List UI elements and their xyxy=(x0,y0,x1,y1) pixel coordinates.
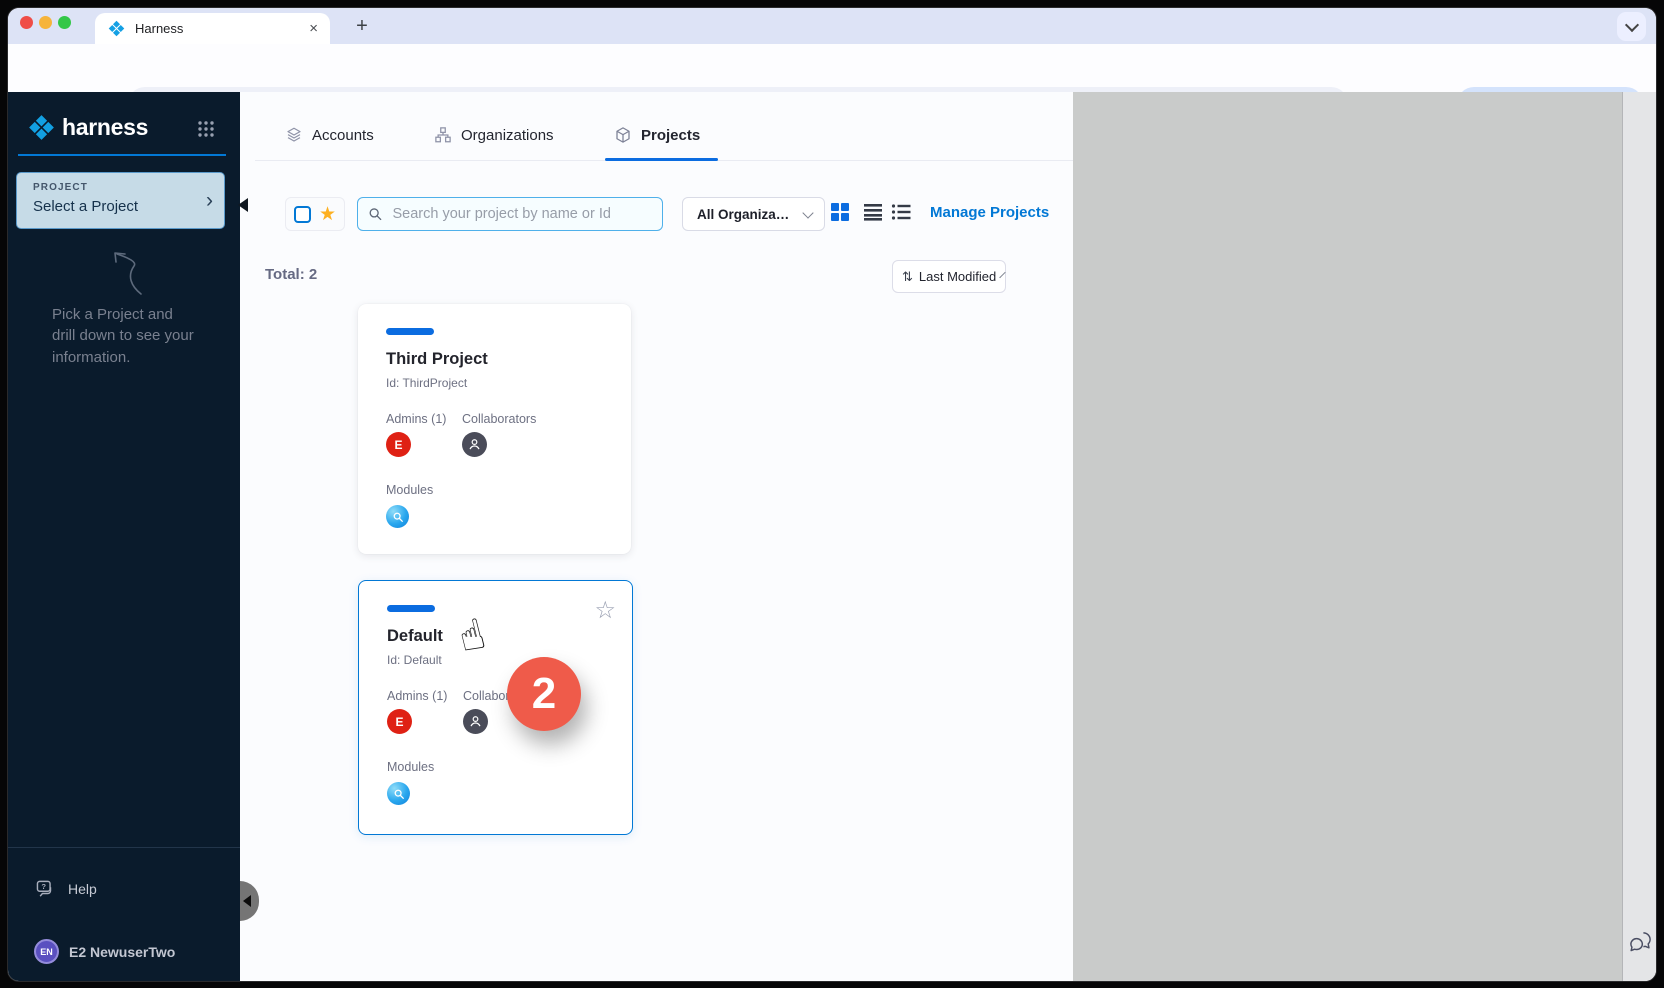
project-title: Third Project xyxy=(386,350,488,369)
person-icon xyxy=(469,715,482,728)
sidebar-helper-text: Pick a Project and drill down to see you… xyxy=(52,304,217,368)
user-avatar: EN xyxy=(34,939,59,964)
favorites-filter: ★ xyxy=(285,197,345,231)
collapse-arrow-icon xyxy=(243,895,251,907)
empty-gray-area xyxy=(1073,92,1622,981)
sort-value: Last Modified xyxy=(919,269,996,284)
grid-view-button[interactable] xyxy=(830,202,850,222)
manage-projects-link[interactable]: Manage Projects xyxy=(930,204,1049,221)
org-chart-icon xyxy=(434,126,452,144)
person-icon xyxy=(468,438,481,451)
project-search xyxy=(357,197,663,231)
project-selector-label: PROJECT xyxy=(33,182,88,193)
browser-tab-strip: Harness × + xyxy=(8,8,1656,44)
user-name: E2 NewuserTwo xyxy=(69,944,175,960)
sort-dropdown[interactable]: ⇅ Last Modified xyxy=(892,260,1006,293)
modules-label: Modules xyxy=(386,483,433,497)
chevron-down-icon xyxy=(1624,17,1638,31)
favorite-star-icon[interactable]: ☆ xyxy=(594,599,616,623)
project-color-bar xyxy=(387,605,435,612)
harness-favicon xyxy=(108,20,125,37)
admins-label: Admins (1) xyxy=(386,412,446,426)
tab-close-icon[interactable]: × xyxy=(309,20,318,37)
total-count: Total: 2 xyxy=(265,266,317,283)
sidebar: harness PROJECT Select a Project › xyxy=(8,92,240,981)
project-id: Id: ThirdProject xyxy=(386,376,467,390)
collaborators-label: Collaborators xyxy=(462,412,536,426)
project-selector[interactable]: PROJECT Select a Project › xyxy=(16,172,225,229)
pointer-cursor-icon: ☝ xyxy=(453,609,490,663)
browser-window: Harness × + ← → ↻ app.harness.io/ng/acco… xyxy=(8,8,1656,981)
tab-title: Harness xyxy=(135,21,183,36)
search-icon xyxy=(368,206,383,222)
scope-tabs: Accounts Organizations xyxy=(255,122,1073,161)
screenshot-stage: Harness × + ← → ↻ app.harness.io/ng/acco… xyxy=(0,0,1664,988)
new-tab-button[interactable]: + xyxy=(348,13,376,41)
tab-organizations[interactable]: Organizations xyxy=(434,126,554,144)
admins-label: Admins (1) xyxy=(387,689,447,703)
doodle-arrow xyxy=(103,248,149,298)
brand-wordmark: harness xyxy=(62,114,148,141)
tab-accounts[interactable]: Accounts xyxy=(285,126,374,144)
module-icon[interactable] xyxy=(386,505,409,528)
harness-logo-icon xyxy=(28,114,55,141)
help-label: Help xyxy=(68,881,97,897)
compact-list-view-button[interactable] xyxy=(891,202,911,222)
tab-projects[interactable]: Projects xyxy=(614,126,700,144)
collaborator-invite-avatar[interactable] xyxy=(462,432,487,457)
list-view-button[interactable] xyxy=(863,202,883,222)
collaborator-invite-avatar[interactable] xyxy=(463,709,488,734)
svg-text:?: ? xyxy=(41,882,46,891)
chevron-right-icon: › xyxy=(206,189,213,213)
sidebar-accent-divider xyxy=(18,154,226,156)
traffic-light-zoom[interactable] xyxy=(58,16,71,29)
favorites-checkbox[interactable] xyxy=(294,206,311,223)
search-input[interactable] xyxy=(391,205,653,223)
harness-brand[interactable]: harness xyxy=(28,114,148,141)
project-selector-value: Select a Project xyxy=(33,198,138,215)
chevron-down-icon xyxy=(802,207,813,218)
organization-filter-dropdown[interactable]: All Organiza… xyxy=(682,197,825,231)
browser-toolbar: ← → ↻ app.harness.io/ng/account/YWdkwNPi… xyxy=(8,44,1656,93)
project-card-default[interactable]: ☆ Default Id: Default Admins (1) Collabo… xyxy=(358,580,633,835)
project-selector-pointer xyxy=(238,198,248,212)
sidebar-collapse-handle[interactable] xyxy=(240,881,259,921)
admin-avatar[interactable]: E xyxy=(387,709,412,734)
help-chat-icon: ? xyxy=(36,880,56,898)
traffic-light-close[interactable] xyxy=(20,16,33,29)
feedback-chat-icon[interactable] xyxy=(1628,930,1653,954)
module-magnifier-glyph xyxy=(393,788,405,800)
project-title: Default xyxy=(387,627,443,646)
project-card-third-project[interactable]: Third Project Id: ThirdProject Admins (1… xyxy=(358,304,631,554)
project-cube-icon xyxy=(614,126,632,144)
tab-search-button[interactable] xyxy=(1617,12,1646,41)
active-tab-underline xyxy=(605,158,718,161)
admin-avatar[interactable]: E xyxy=(386,432,411,457)
project-color-bar xyxy=(386,328,434,335)
account-layers-icon xyxy=(285,126,303,144)
organization-filter-value: All Organiza… xyxy=(697,207,789,222)
sort-arrows-icon: ⇅ xyxy=(902,269,913,285)
module-icon[interactable] xyxy=(387,782,410,805)
browser-tab[interactable]: Harness × xyxy=(95,13,330,44)
sidebar-bottom-divider xyxy=(8,847,240,848)
annotation-step-badge: 2 xyxy=(507,657,581,731)
modules-label: Modules xyxy=(387,760,434,774)
help-button[interactable]: ? Help xyxy=(36,880,97,898)
tab-accounts-label: Accounts xyxy=(312,127,374,144)
app-grid-icon[interactable] xyxy=(197,120,215,138)
user-account-button[interactable]: EN E2 NewuserTwo xyxy=(34,939,175,964)
favorites-star-icon[interactable]: ★ xyxy=(319,205,336,224)
project-id: Id: Default xyxy=(387,653,442,667)
module-magnifier-glyph xyxy=(392,511,404,523)
chevron-down-icon xyxy=(1000,272,1006,278)
tab-projects-label: Projects xyxy=(641,127,700,144)
right-edge-panel xyxy=(1622,92,1656,981)
page-content: harness PROJECT Select a Project › xyxy=(8,92,1656,981)
traffic-light-minimize[interactable] xyxy=(39,16,52,29)
tab-organizations-label: Organizations xyxy=(461,127,554,144)
